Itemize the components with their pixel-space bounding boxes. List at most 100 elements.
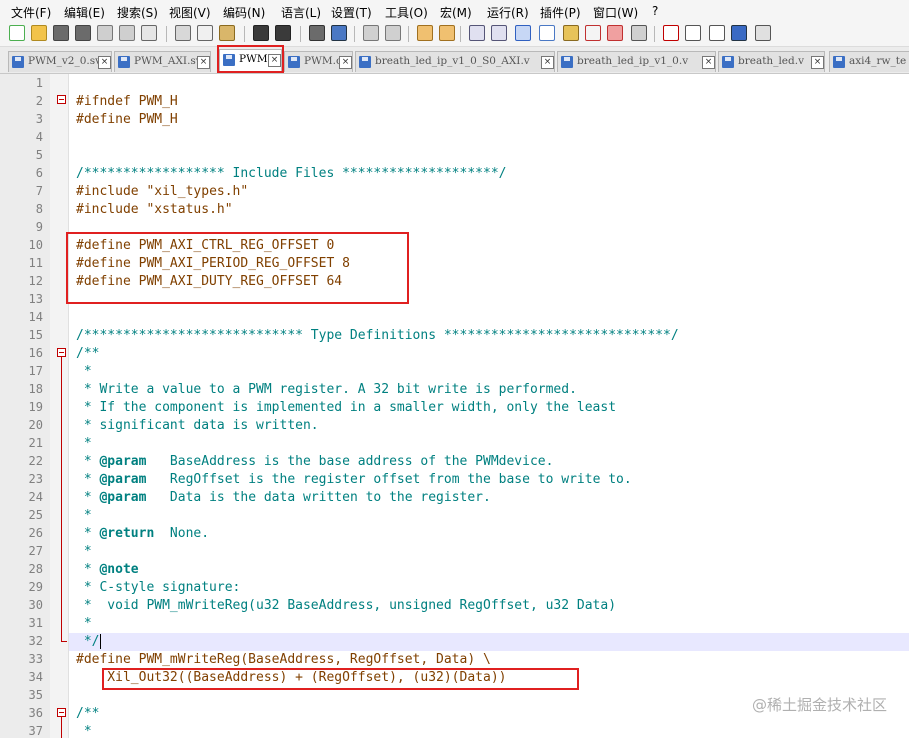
code-line[interactable]: 2 #ifndef PWM_H (0, 93, 909, 111)
lang-icon[interactable] (539, 25, 555, 41)
menu-item-12[interactable]: ? (652, 4, 658, 18)
undo-icon[interactable] (253, 25, 269, 41)
code-line[interactable]: 27 * (0, 543, 909, 561)
code-line[interactable]: 16 /** (0, 345, 909, 363)
code-line[interactable]: 10 #define PWM_AXI_CTRL_REG_OFFSET 0 (0, 237, 909, 255)
fold-toggle-comment[interactable] (57, 348, 66, 357)
tab-close-icon[interactable]: × (268, 54, 281, 67)
stop-macro-icon[interactable] (685, 25, 701, 41)
code-line[interactable]: 17 * (0, 363, 909, 381)
code-line[interactable]: 13 (0, 291, 909, 309)
monitor-icon[interactable] (631, 25, 647, 41)
tab-close-icon[interactable]: × (197, 56, 210, 69)
find-icon[interactable] (309, 25, 325, 41)
func-list-icon[interactable] (585, 25, 601, 41)
word-wrap-icon[interactable] (469, 25, 485, 41)
code-line[interactable]: 7 #include "xil_types.h" (0, 183, 909, 201)
indent-guide-icon[interactable] (515, 25, 531, 41)
code-line[interactable]: 30 * void PWM_mWriteReg(u32 BaseAddress,… (0, 597, 909, 615)
cut-icon[interactable] (175, 25, 191, 41)
tab-close-icon[interactable]: × (98, 56, 111, 69)
code-line[interactable]: 34 Xil_Out32((BaseAddress) + (RegOffset)… (0, 669, 909, 687)
menu-item-1[interactable]: 编辑(E) (64, 4, 105, 21)
tab-close-icon[interactable]: × (541, 56, 554, 69)
fold-toggle-ifndef[interactable] (57, 95, 66, 104)
tab-close-icon[interactable]: × (702, 56, 715, 69)
zoom-out-icon[interactable] (385, 25, 401, 41)
open-file-icon[interactable] (31, 25, 47, 41)
run-multiple-macro-icon[interactable] (731, 25, 747, 41)
menu-item-8[interactable]: 宏(M) (440, 4, 472, 21)
code-line[interactable]: 4 (0, 129, 909, 147)
tab-pwm-axi-sv[interactable]: PWM_AXI.sv × (114, 51, 211, 72)
code-line[interactable]: 15 /**************************** Type Def… (0, 327, 909, 345)
code-token: #define PWM_AXI_PERIOD_REG_OFFSET 8 (76, 256, 350, 271)
menu-item-11[interactable]: 窗口(W) (593, 4, 638, 21)
code-line[interactable]: 9 (0, 219, 909, 237)
code-editor[interactable]: 1 2 #ifndef PWM_H 3 #define PWM_H 4 5 6/*******… (0, 74, 909, 738)
fold-toggle-comment-2[interactable] (57, 708, 66, 717)
code-line[interactable]: 5 (0, 147, 909, 165)
redo-icon[interactable] (275, 25, 291, 41)
save-icon[interactable] (53, 25, 69, 41)
code-line[interactable]: 14 (0, 309, 909, 327)
menu-item-5[interactable]: 语言(L) (281, 4, 321, 21)
sync-v-icon[interactable] (417, 25, 433, 41)
code-line[interactable]: 32 */ (0, 633, 909, 651)
show-all-chars-icon[interactable] (491, 25, 507, 41)
tab-pwm-c[interactable]: PWM.c × (284, 51, 353, 72)
code-line[interactable]: 19 * If the component is implemented in … (0, 399, 909, 417)
tab-axi4-rw-te[interactable]: axi4_rw_te (829, 51, 909, 72)
save-macro-icon[interactable] (755, 25, 771, 41)
menu-item-7[interactable]: 工具(O) (385, 4, 428, 21)
code-text: #ifndef PWM_H (76, 93, 178, 111)
close-icon[interactable] (97, 25, 113, 41)
code-line[interactable]: 21 * (0, 435, 909, 453)
code-line[interactable]: 28 * @note (0, 561, 909, 579)
record-macro-icon[interactable] (663, 25, 679, 41)
menu-item-4[interactable]: 编码(N) (223, 4, 265, 21)
menu-item-3[interactable]: 视图(V) (169, 4, 211, 21)
code-line[interactable]: 12 #define PWM_AXI_DUTY_REG_OFFSET 64 (0, 273, 909, 291)
close-all-icon[interactable] (119, 25, 135, 41)
code-line[interactable]: 26 * @return None. (0, 525, 909, 543)
code-line[interactable]: 25 * (0, 507, 909, 525)
code-line[interactable]: 22 * @param BaseAddress is the base addr… (0, 453, 909, 471)
tab-close-icon[interactable]: × (811, 56, 824, 69)
code-line[interactable]: 8 #include "xstatus.h" (0, 201, 909, 219)
code-line[interactable]: 24 * @param Data is the data written to … (0, 489, 909, 507)
tab-pwm-v2-0-sv[interactable]: PWM_v2_0.sv × (8, 51, 112, 72)
menu-item-0[interactable]: 文件(F) (11, 4, 51, 21)
code-line[interactable]: 20 * significant data is written. (0, 417, 909, 435)
code-line[interactable]: 37 * (0, 723, 909, 738)
copy-icon[interactable] (197, 25, 213, 41)
menu-item-9[interactable]: 运行(R) (487, 4, 529, 21)
tab-breath-led-ip-v1-0-v[interactable]: breath_led_ip_v1_0.v × (557, 51, 716, 72)
paste-icon[interactable] (219, 25, 235, 41)
tab-breath-led-v[interactable]: breath_led.v × (718, 51, 825, 72)
tab-breath-led-ip-v1-0-s0-axi-v[interactable]: breath_led_ip_v1_0_S0_AXI.v × (355, 51, 555, 72)
doc-map-icon[interactable] (563, 25, 579, 41)
play-macro-icon[interactable] (709, 25, 725, 41)
code-line[interactable]: 1 (0, 75, 909, 93)
menu-item-10[interactable]: 插件(P) (540, 4, 581, 21)
menu-item-2[interactable]: 搜索(S) (117, 4, 158, 21)
code-line[interactable]: 18 * Write a value to a PWM register. A … (0, 381, 909, 399)
code-line[interactable]: 29 * C-style signature: (0, 579, 909, 597)
print-icon[interactable] (141, 25, 157, 41)
sync-h-icon[interactable] (439, 25, 455, 41)
save-all-icon[interactable] (75, 25, 91, 41)
code-line[interactable]: 3 #define PWM_H (0, 111, 909, 129)
code-line[interactable]: 23 * @param RegOffset is the register of… (0, 471, 909, 489)
folder-workspace-icon[interactable] (607, 25, 623, 41)
code-line[interactable]: 31 * (0, 615, 909, 633)
new-file-icon[interactable] (9, 25, 25, 41)
code-line[interactable]: 11 #define PWM_AXI_PERIOD_REG_OFFSET 8 (0, 255, 909, 273)
zoom-in-icon[interactable] (363, 25, 379, 41)
code-line[interactable]: 33 #define PWM_mWriteReg(BaseAddress, Reg… (0, 651, 909, 669)
code-line[interactable]: 6 /****************** Include Files *****… (0, 165, 909, 183)
replace-icon[interactable] (331, 25, 347, 41)
tab-close-icon[interactable]: × (339, 56, 352, 69)
tab-pwm-h[interactable]: PWM.h × (219, 49, 282, 73)
menu-item-6[interactable]: 设置(T) (331, 4, 372, 21)
